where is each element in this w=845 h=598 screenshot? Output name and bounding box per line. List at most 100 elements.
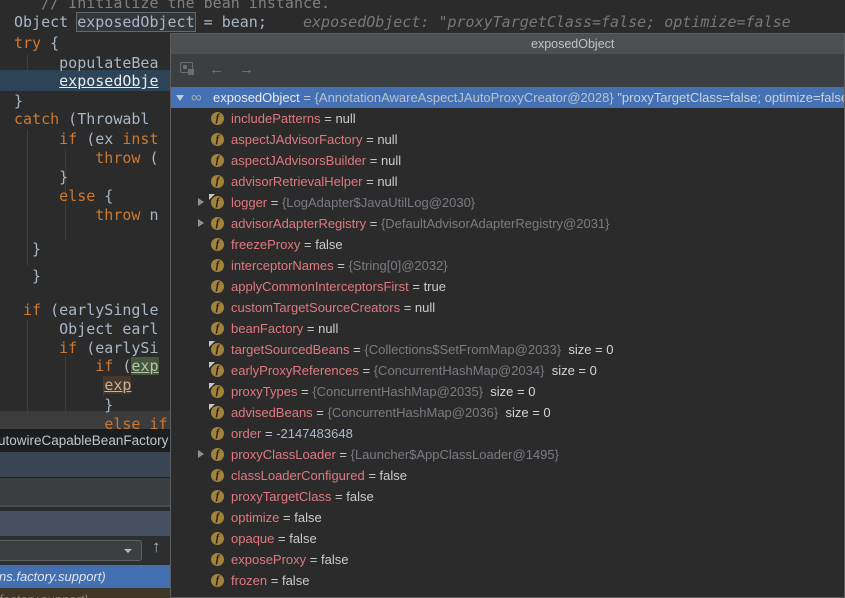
field-icon-letter: f bbox=[211, 321, 224, 334]
code-token bbox=[14, 376, 104, 394]
code-token bbox=[14, 72, 59, 90]
debug-panel-band bbox=[0, 478, 171, 505]
code-token: (Throwabl bbox=[59, 110, 149, 128]
variable-value: null bbox=[318, 318, 338, 339]
equals-separator: = bbox=[366, 213, 381, 234]
variable-row-customTargetSourceCreators[interactable]: fcustomTargetSourceCreators = null bbox=[171, 297, 844, 318]
variable-row-aspectJAdvisorsBuilder[interactable]: f aspectJAdvisorsBuilder = null bbox=[171, 150, 844, 171]
equals-separator: = bbox=[313, 402, 328, 423]
equals-separator: = bbox=[366, 150, 381, 171]
variable-reference: {LogAdapter$JavaUtilLog@2030} bbox=[282, 192, 475, 213]
variable-row-interceptorNames[interactable]: finterceptorNames = {String[0]@2032} bbox=[171, 255, 844, 276]
expander-spacer bbox=[195, 108, 211, 129]
equals-separator: = bbox=[359, 360, 374, 381]
field-icon: f bbox=[211, 364, 224, 377]
stack-frame-label: ns.factory.support) bbox=[0, 569, 106, 584]
expander-spacer bbox=[195, 129, 211, 150]
variable-row-exposeProxy[interactable]: fexposeProxy = false bbox=[171, 549, 844, 570]
variable-row-aspectJAdvisorFactory[interactable]: faspectJAdvisorFactory = null bbox=[171, 129, 844, 150]
code-token: n bbox=[140, 206, 158, 224]
chevron-right-icon[interactable] bbox=[195, 444, 211, 465]
variable-row-order[interactable]: forder = -2147483648 bbox=[171, 423, 844, 444]
referring-objects-icon[interactable] bbox=[180, 62, 194, 74]
back-arrow-icon[interactable]: ← bbox=[209, 61, 224, 78]
field-icon: f bbox=[211, 448, 224, 461]
variable-row-applyCommonInterceptorsFirst[interactable]: fapplyCommonInterceptorsFirst = true bbox=[171, 276, 844, 297]
code-line: } bbox=[14, 240, 41, 259]
code-token bbox=[14, 206, 95, 224]
equals-separator: = bbox=[267, 570, 282, 591]
chevron-down-icon[interactable] bbox=[124, 549, 132, 553]
variable-value: -2147483648 bbox=[276, 423, 353, 444]
variable-value: null bbox=[381, 150, 401, 171]
variable-row-proxyClassLoader[interactable]: fproxyClassLoader = {Launcher$AppClassLo… bbox=[171, 444, 844, 465]
code-token: throw bbox=[95, 206, 140, 224]
variable-row-beanFactory[interactable]: fbeanFactory = null bbox=[171, 318, 844, 339]
code-line: } bbox=[14, 396, 113, 415]
field-icon: f bbox=[211, 574, 224, 587]
field-icon: f bbox=[211, 280, 224, 293]
variable-name: advisedBeans bbox=[231, 402, 313, 423]
up-arrow-icon[interactable]: ↑ bbox=[152, 537, 161, 557]
popup-titlebar[interactable]: exposedObject bbox=[171, 34, 844, 54]
stack-frame-selected[interactable]: ns.factory.support) bbox=[0, 565, 171, 588]
code-line: Object earl bbox=[14, 320, 159, 339]
expander-spacer bbox=[195, 549, 211, 570]
variable-name: optimize bbox=[231, 507, 279, 528]
variable-name: exposeProxy bbox=[231, 549, 306, 570]
expander-spacer bbox=[195, 486, 211, 507]
variable-name: customTargetSourceCreators bbox=[231, 297, 400, 318]
variable-row-classLoaderConfigured[interactable]: fclassLoaderConfigured = false bbox=[171, 465, 844, 486]
variable-row-freezeProxy[interactable]: ffreezeProxy = false bbox=[171, 234, 844, 255]
variable-value: false bbox=[346, 486, 373, 507]
field-icon-letter: f bbox=[211, 132, 224, 145]
final-field-marker-icon bbox=[209, 341, 215, 347]
chevron-right-icon[interactable] bbox=[195, 213, 211, 234]
variable-name: advisorRetrievalHelper bbox=[231, 171, 363, 192]
field-icon: f bbox=[211, 175, 224, 188]
editor-tab-bar[interactable]: utowireCapableBeanFactory bbox=[0, 429, 171, 452]
code-token: Object earl bbox=[14, 320, 159, 338]
variable-name: applyCommonInterceptorsFirst bbox=[231, 276, 409, 297]
code-token: try bbox=[14, 34, 41, 52]
variable-row-proxyTypes[interactable]: fproxyTypes = {ConcurrentHashMap@2035} s… bbox=[171, 381, 844, 402]
expander-spacer bbox=[195, 465, 211, 486]
variable-row-optimize[interactable]: foptimize = false bbox=[171, 507, 844, 528]
equals-separator: = bbox=[300, 234, 315, 255]
code-token: } bbox=[14, 267, 41, 285]
variable-row-opaque[interactable]: fopaque = false bbox=[171, 528, 844, 549]
expander-spacer bbox=[195, 297, 211, 318]
code-token bbox=[14, 301, 23, 319]
variable-row-earlyProxyReferences[interactable]: fearlyProxyReferences = {ConcurrentHashM… bbox=[171, 360, 844, 381]
field-icon: f bbox=[211, 406, 224, 419]
variable-row-frozen[interactable]: ffrozen = false bbox=[171, 570, 844, 591]
equals-separator: = bbox=[274, 528, 289, 549]
variable-name: aspectJAdvisorsBuilder bbox=[231, 150, 366, 171]
variable-row-advisedBeans[interactable]: fadvisedBeans = {ConcurrentHashMap@2036}… bbox=[171, 402, 844, 423]
expander-spacer bbox=[195, 234, 211, 255]
code-token: catch bbox=[14, 110, 59, 128]
variable-row-targetSourcedBeans[interactable]: ftargetSourcedBeans = {Collections$SetFr… bbox=[171, 339, 844, 360]
variable-row-logger[interactable]: flogger = {LogAdapter$JavaUtilLog@2030} bbox=[171, 192, 844, 213]
variable-row-advisorAdapterRegistry[interactable]: fadvisorAdapterRegistry = {DefaultAdviso… bbox=[171, 213, 844, 234]
variable-value: null bbox=[335, 108, 355, 129]
field-icon: f bbox=[211, 322, 224, 335]
field-icon: f bbox=[211, 238, 224, 251]
thread-selector-combobox[interactable] bbox=[0, 540, 142, 561]
code-token: (earlySingle bbox=[41, 301, 158, 319]
expander-spacer bbox=[195, 255, 211, 276]
stack-frame[interactable]: factory.support) bbox=[0, 588, 171, 598]
field-icon-letter: f bbox=[211, 552, 224, 565]
forward-arrow-icon[interactable]: → bbox=[239, 61, 254, 78]
code-token: } bbox=[14, 168, 68, 186]
variable-row-exposedObject[interactable]: ∞exposedObject = {AnnotationAwareAspectJ… bbox=[171, 87, 844, 108]
field-icon-letter: f bbox=[211, 153, 224, 166]
variable-name: advisorAdapterRegistry bbox=[231, 213, 366, 234]
editor-tab-label[interactable]: utowireCapableBeanFactory bbox=[0, 433, 168, 448]
variable-row-advisorRetrievalHelper[interactable]: fadvisorRetrievalHelper = null bbox=[171, 171, 844, 192]
code-token: (ex bbox=[77, 130, 122, 148]
chevron-down-icon[interactable] bbox=[175, 87, 191, 108]
variables-tree: ∞exposedObject = {AnnotationAwareAspectJ… bbox=[171, 87, 844, 591]
variable-row-proxyTargetClass[interactable]: fproxyTargetClass = false bbox=[171, 486, 844, 507]
variable-row-includePatterns[interactable]: fincludePatterns = null bbox=[171, 108, 844, 129]
